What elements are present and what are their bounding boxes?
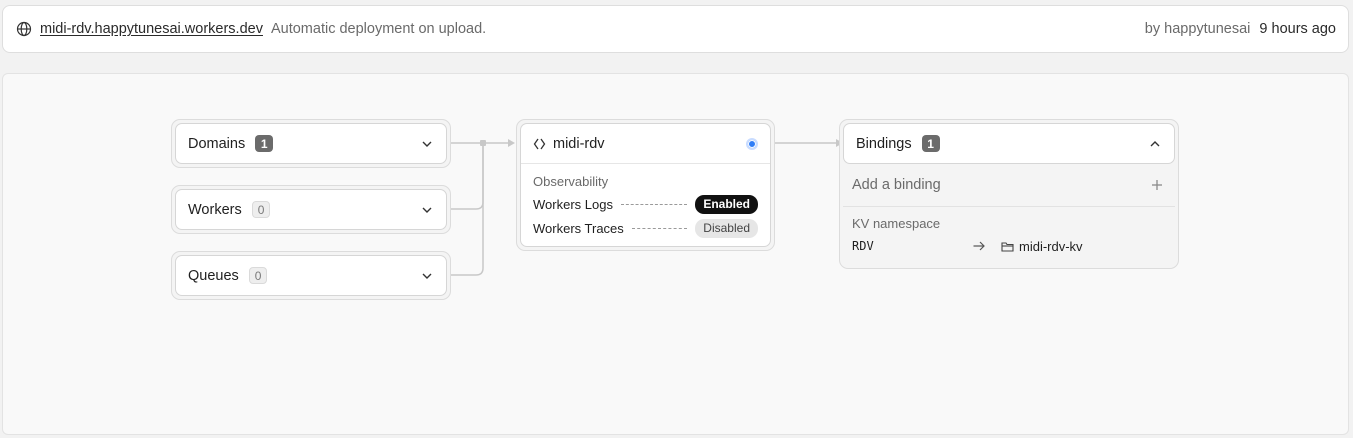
chevron-down-icon[interactable] [420,269,434,283]
add-binding-button[interactable]: Add a binding [843,164,1175,207]
deployment-url-link[interactable]: midi-rdv.happytunesai.workers.dev [40,21,263,37]
kv-namespace-title: KV namespace [852,216,941,231]
globe-icon [16,21,32,37]
binding-row[interactable]: RDV midi-rdv-kv [852,236,1166,256]
worker-header[interactable]: midi-rdv [521,124,770,164]
workers-logs-status-badge[interactable]: Enabled [695,194,758,214]
queues-label: Queues [188,267,239,284]
workers-logs-row: Workers Logs Enabled [533,192,758,216]
chevron-up-icon[interactable] [1148,137,1162,151]
workers-count-badge: 0 [251,201,271,218]
binding-key: RDV [852,239,874,253]
binding-value[interactable]: midi-rdv-kv [1019,239,1083,254]
domains-trigger-header[interactable]: Domains 1 [175,123,447,164]
queues-count-badge: 0 [248,267,268,284]
kv-namespace-section: KV namespace RDV midi-rdv-kv [843,207,1175,256]
dashed-leader [620,203,688,205]
workers-trigger-header[interactable]: Workers 0 [175,189,447,230]
plus-icon[interactable] [1151,175,1163,196]
queues-trigger[interactable]: Queues 0 [171,251,451,300]
deployment-bar: midi-rdv.happytunesai.workers.dev Automa… [2,5,1349,53]
worker-body: Observability Workers Logs Enabled Worke… [521,164,770,240]
deployment-message: Automatic deployment on upload. [270,21,487,37]
bindings-node: Bindings 1 Add a binding KV namespace RD… [839,119,1179,269]
domains-trigger[interactable]: Domains 1 [171,119,451,168]
arrow-right-icon [972,239,986,253]
bindings-label: Bindings [856,135,912,152]
workers-traces-row: Workers Traces Disabled [533,216,758,240]
worker-name: midi-rdv [553,135,605,152]
chevron-down-icon[interactable] [420,203,434,217]
diamond-code-icon [533,137,547,151]
add-binding-label: Add a binding [852,177,941,193]
workers-trigger[interactable]: Workers 0 [171,185,451,234]
chevron-down-icon[interactable] [420,137,434,151]
bindings-header[interactable]: Bindings 1 [843,123,1175,164]
deployed-by: by happytunesai [1144,21,1251,37]
dashed-leader [631,227,688,229]
deployed-time: 9 hours ago [1259,21,1336,37]
observability-label: Observability [533,174,609,189]
workers-traces-label: Workers Traces [533,220,624,236]
folder-icon [1001,240,1014,253]
worker-node[interactable]: midi-rdv Observability Workers Logs Enab… [516,119,775,251]
queues-trigger-header[interactable]: Queues 0 [175,255,447,296]
workers-label: Workers [188,201,242,218]
bindings-count-badge: 1 [921,135,940,152]
status-dot [746,137,758,150]
workers-traces-status-badge[interactable]: Disabled [695,218,758,238]
domains-count-badge: 1 [255,135,274,152]
domains-label: Domains [188,135,246,152]
workers-logs-label: Workers Logs [533,196,613,212]
worker-card: midi-rdv Observability Workers Logs Enab… [520,123,771,247]
